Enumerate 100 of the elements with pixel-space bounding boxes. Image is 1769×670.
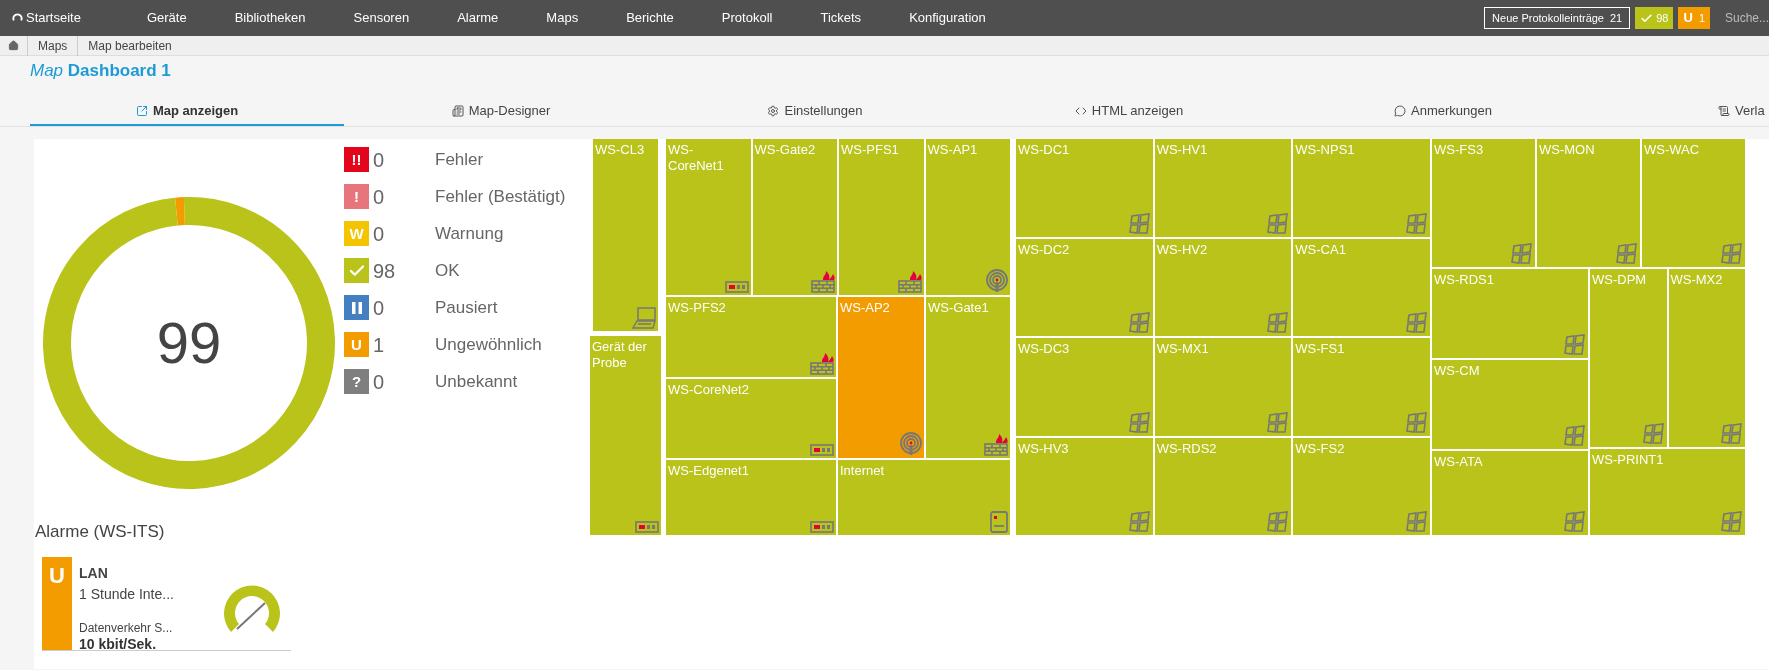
- tab[interactable]: Anmerkungen: [1286, 98, 1600, 126]
- tiles-icon: [1511, 243, 1533, 265]
- search-field[interactable]: Suche...: [1725, 9, 1769, 27]
- nav-link[interactable]: Protokoll: [697, 8, 797, 28]
- treemap-tile[interactable]: WS-Gate1: [926, 297, 1010, 458]
- status-symbol: U: [49, 564, 65, 590]
- tile-label: WS-CoreNet1: [668, 142, 725, 174]
- tab[interactable]: Verla: [1600, 98, 1769, 126]
- ok-count-badge[interactable]: 98: [1635, 7, 1674, 29]
- tile-label: WS-DC2: [1018, 241, 1071, 258]
- nav-link[interactable]: Bibliotheken: [210, 8, 330, 28]
- treemap-tile[interactable]: Gerät der Probe: [590, 336, 661, 535]
- nav-link[interactable]: Sensoren: [329, 8, 434, 28]
- breadcrumb-link[interactable]: Map bearbeiten: [77, 35, 182, 56]
- treemap-tile[interactable]: WS-MX2: [1668, 269, 1745, 447]
- status-symbol: !!: [351, 152, 362, 167]
- treemap-tile[interactable]: WS-HV2: [1154, 238, 1292, 336]
- nav-link[interactable]: Konfiguration: [885, 8, 1010, 28]
- tiles-icon: [1721, 511, 1743, 533]
- treemap-tile[interactable]: WS-FS2: [1293, 437, 1430, 535]
- treemap-tile[interactable]: WS-RDS2: [1154, 437, 1292, 535]
- status-label: OK: [435, 259, 460, 282]
- nav-link[interactable]: Alarme: [433, 8, 523, 28]
- tiles-icon: [1406, 312, 1428, 334]
- treemap-tile[interactable]: WS-FS1: [1293, 338, 1430, 436]
- log-entries-badge[interactable]: Neue Protokolleinträge 21: [1484, 7, 1631, 29]
- tile-label: WS-Edgenet1: [668, 463, 750, 479]
- treemap-tile[interactable]: WS-CoreNet1: [666, 139, 751, 295]
- check-icon: [1640, 11, 1654, 25]
- switch-icon: [810, 521, 834, 533]
- tile-label: WS-HV3: [1018, 440, 1070, 457]
- channel-name: Datenverkehr S...: [79, 619, 174, 637]
- tiles-icon: [1267, 212, 1290, 235]
- unusual-count-badge[interactable]: U 1: [1678, 7, 1710, 29]
- nav-link[interactable]: Maps: [522, 8, 603, 28]
- nav-link[interactable]: Geräte: [122, 8, 211, 28]
- tab[interactable]: Map-Designer: [344, 98, 658, 126]
- pause-icon: [351, 301, 362, 314]
- badge-count: 21: [1610, 10, 1623, 26]
- tab[interactable]: Map anzeigen: [30, 98, 344, 126]
- treemap-tile[interactable]: WS-CM: [1432, 360, 1588, 449]
- treemap-tile[interactable]: WS-DC2: [1016, 238, 1153, 336]
- treemap-tile[interactable]: WS-PRINT1: [1590, 449, 1745, 535]
- firewall-icon: [984, 432, 1008, 456]
- external-link-icon: [135, 105, 148, 117]
- treemap-tile[interactable]: WS-CA1: [1293, 238, 1430, 336]
- treemap-tile[interactable]: WS-DC1: [1016, 139, 1153, 237]
- tile-label: WS-PRINT1: [1592, 452, 1665, 468]
- tile-label: WS-MON: [1539, 142, 1596, 158]
- treemap-tile[interactable]: WS-FS3: [1432, 139, 1535, 267]
- status-count: 0: [372, 221, 386, 247]
- treemap-tile[interactable]: WS-WAC: [1642, 139, 1745, 267]
- status-label: Pausiert: [435, 296, 498, 319]
- alarm-card[interactable]: U LAN 1 Stunde Inte... Datenverkehr S... 10 kbit/Sek.: [42, 556, 291, 651]
- tiles-icon: [1267, 511, 1290, 533]
- tile-label: WS-HV1: [1156, 142, 1209, 158]
- treemap-tile[interactable]: WS-PFS1: [839, 139, 924, 295]
- firewall-icon: [897, 269, 922, 293]
- tiles-icon: [1128, 212, 1151, 235]
- treemap-tile[interactable]: WS-HV1: [1154, 139, 1292, 237]
- treemap-tile[interactable]: WS-AP1: [925, 139, 1010, 295]
- tile-label: WS-DC1: [1018, 142, 1071, 158]
- treemap-tile[interactable]: WS-AP2: [838, 297, 924, 458]
- treemap-tile[interactable]: WS-Edgenet1: [666, 460, 836, 535]
- home-icon[interactable]: [8, 40, 19, 51]
- treemap-tile[interactable]: WS-HV3: [1016, 437, 1153, 535]
- donut-total: 99: [156, 314, 222, 372]
- treemap-tile[interactable]: WS-RDS1: [1432, 269, 1588, 358]
- treemap-tile[interactable]: WS-MX1: [1154, 338, 1292, 436]
- antenna-icon: [900, 432, 922, 456]
- device-name: LAN: [79, 563, 109, 583]
- tab[interactable]: HTML anzeigen: [972, 98, 1286, 126]
- treemap-tile[interactable]: WS-PFS2: [666, 297, 836, 377]
- nav-link[interactable]: Startseite: [12, 8, 123, 28]
- switch-icon: [810, 444, 834, 456]
- treemap-tile[interactable]: WS-Gate2: [752, 139, 837, 295]
- comment-icon: [1394, 105, 1406, 117]
- nav-link[interactable]: Berichte: [602, 8, 698, 28]
- tile-label: WS-AP2: [840, 300, 891, 316]
- nav-link[interactable]: Tickets: [796, 8, 886, 28]
- treemap-tile[interactable]: WS-DC3: [1016, 338, 1153, 436]
- tile-label: WS-FS3: [1434, 142, 1485, 158]
- breadcrumb-link[interactable]: Maps: [27, 35, 78, 56]
- tab[interactable]: Einstellungen: [658, 98, 972, 126]
- treemap-tile[interactable]: WS-CL3: [593, 139, 658, 331]
- treemap-tile[interactable]: WS-CoreNet2: [666, 379, 836, 458]
- treemap-tile[interactable]: WS-DPM: [1590, 269, 1667, 447]
- tile-label: WS-FS2: [1295, 440, 1346, 457]
- treemap-tile[interactable]: Internet: [838, 460, 1010, 535]
- tile-label: WS-CL3: [595, 142, 646, 158]
- sensor-name: 1 Stunde Inte...: [79, 584, 175, 604]
- tile-label: Gerät der Probe: [592, 339, 648, 371]
- treemap-tile[interactable]: WS-MON: [1537, 139, 1640, 267]
- tiles-icon: [1564, 334, 1586, 356]
- treemap-tile[interactable]: WS-NPS1: [1293, 139, 1430, 237]
- treemap-tile[interactable]: WS-ATA: [1432, 451, 1588, 535]
- antenna-icon: [986, 269, 1008, 293]
- tiles-icon: [1642, 423, 1665, 445]
- badge-count: 1: [1698, 10, 1705, 26]
- tile-label: WS-HV2: [1156, 241, 1209, 258]
